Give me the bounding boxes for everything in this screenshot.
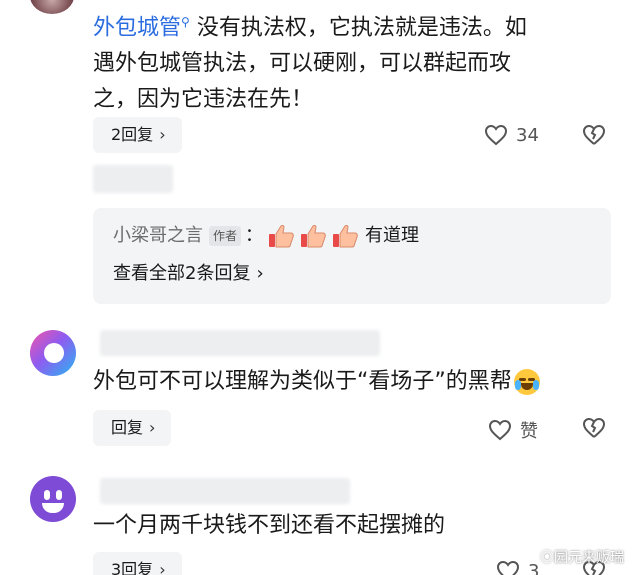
user-avatar[interactable] — [30, 0, 74, 14]
like-button[interactable]: 3 — [496, 560, 539, 575]
view-all-replies-link[interactable]: 查看全部2条回复 › — [113, 260, 264, 288]
replies-button[interactable]: 2回复 › — [93, 117, 182, 153]
chevron-right-icon: › — [159, 125, 166, 144]
chevron-right-icon: › — [159, 560, 166, 575]
author-badge: 作者 — [209, 226, 242, 246]
replies-label: 2回复 — [111, 125, 154, 144]
reply-label: 回复 — [111, 418, 144, 437]
colon: ： — [245, 225, 264, 246]
blurred-username — [100, 478, 350, 504]
username-link[interactable]: 外包城管 — [93, 15, 181, 40]
reply-button[interactable]: 回复 › — [93, 410, 172, 446]
chevron-right-icon: › — [256, 263, 264, 284]
author-reply-line: 小梁哥之言 作者 ： 有道理 — [113, 222, 419, 250]
comment-line-3: 之，因为它违法在先！ — [93, 87, 314, 113]
like-count: 3 — [528, 560, 540, 575]
like-label: 赞 — [520, 421, 538, 442]
comment-body: 外包可不可以理解为类似于“看场子”的黑帮 — [93, 369, 512, 394]
broken-heart-icon[interactable] — [582, 124, 606, 146]
laughing-crying-emoji-icon — [513, 369, 540, 395]
view-all-label: 查看全部2条回复 — [113, 263, 251, 284]
replies-label: 3回复 — [111, 560, 154, 575]
author-name[interactable]: 小梁哥之言 — [113, 222, 203, 250]
comment-line-2: 遇外包城管执法，可以硬刚，可以群起而攻 — [93, 51, 512, 77]
thumbs-up-icon — [301, 224, 326, 248]
comment-text: 外包城管⚲ 没有执法权，它执法就是违法。如 遇外包城管执法，可以硬刚，可以群起而… — [93, 4, 613, 118]
comment-text: 一个月两千块钱不到还看不起摆摊的 — [93, 508, 613, 544]
author-reply-text: 有道理 — [365, 225, 420, 246]
comment-line-1: 没有执法权，它执法就是违法。如 — [196, 15, 527, 41]
blurred-username — [100, 330, 380, 356]
replies-button[interactable]: 3回复 › — [93, 552, 182, 575]
location-pin-icon: ⚲ — [181, 15, 190, 29]
like-button[interactable]: 34 — [484, 124, 539, 146]
broken-heart-icon[interactable] — [582, 417, 606, 439]
thumbs-up-icon — [333, 224, 358, 248]
user-avatar[interactable] — [30, 330, 76, 376]
like-count: 34 — [516, 124, 539, 146]
user-avatar[interactable] — [30, 476, 76, 522]
watermark: ⦿园元来贩瑞 — [540, 550, 624, 566]
comment-body: 一个月两千块钱不到还看不起摆摊的 — [93, 513, 446, 538]
heart-icon — [484, 124, 508, 146]
like-button[interactable]: 赞 — [488, 417, 538, 443]
heart-icon — [488, 419, 512, 441]
comment-text: 外包可不可以理解为类似于“看场子”的黑帮 — [93, 364, 613, 400]
thumbs-up-icon — [269, 224, 294, 248]
blurred-text — [93, 165, 173, 193]
heart-icon — [496, 560, 520, 575]
chevron-right-icon: › — [149, 418, 156, 437]
author-reply-panel[interactable]: 小梁哥之言 作者 ： 有道理 查看全部2条回复 › — [93, 208, 611, 304]
